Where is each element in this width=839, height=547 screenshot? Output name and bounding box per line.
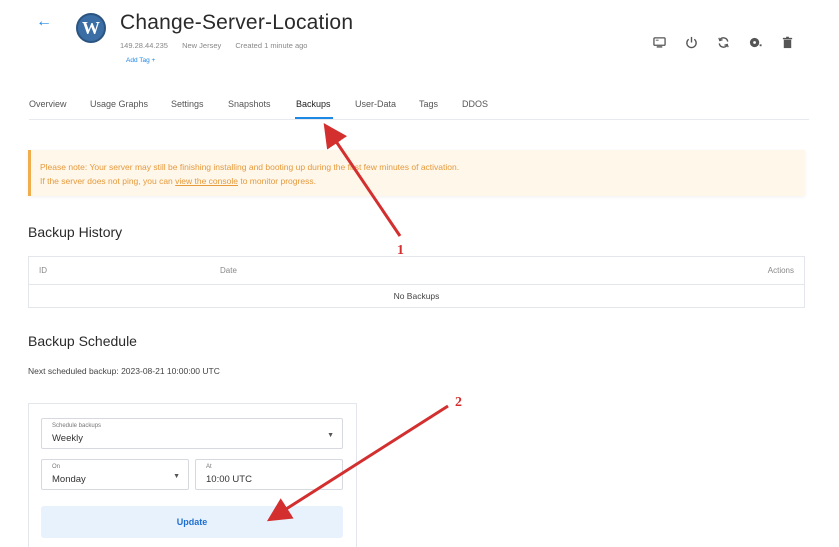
tab-user-data[interactable]: User-Data [355,99,396,109]
server-location: New Jersey [182,41,222,50]
column-id: ID [39,266,47,275]
restart-icon[interactable] [716,35,730,49]
active-tab-indicator [295,117,333,119]
trash-icon[interactable] [780,35,794,49]
empty-state: No Backups [393,291,440,301]
schedule-time-label: At [206,464,212,470]
column-date: Date [220,266,237,275]
page-title: Change-Server-Location [120,11,354,34]
table-header: ID Date Actions [29,257,804,285]
tab-tags[interactable]: Tags [419,99,438,109]
tab-settings[interactable]: Settings [171,99,204,109]
view-console-link[interactable]: view the console [175,176,238,186]
wordpress-logo-icon: W [76,13,106,43]
chevron-down-icon: ▼ [173,473,180,480]
annotation-number-1: 1 [397,243,404,258]
tab-bar: Overview Usage Graphs Settings Snapshots… [29,96,809,120]
tab-usage-graphs[interactable]: Usage Graphs [90,99,148,109]
iso-disc-icon[interactable] [748,35,762,49]
server-meta: 149.28.44.235 New Jersey Created 1 minut… [120,41,319,50]
activation-notice: Please note: Your server may still be fi… [28,150,805,196]
schedule-frequency-label: Schedule backups [52,423,102,429]
console-icon[interactable] [652,35,666,49]
add-tag-link[interactable]: Add Tag + [126,57,155,64]
power-icon[interactable] [684,35,698,49]
server-created: Created 1 minute ago [235,41,308,50]
notice-text: If the server does not ping, you can [40,176,176,186]
server-ip: 149.28.44.235 [120,41,168,50]
chevron-down-icon: ▼ [327,432,334,439]
schedule-frequency-select[interactable]: Schedule backups Weekly ▼ [41,418,343,449]
schedule-frequency-value: Weekly [52,433,83,444]
annotation-number-2: 2 [455,395,462,410]
back-arrow-icon[interactable]: ← [36,14,52,30]
column-actions: Actions [767,266,794,275]
server-toolbar [652,35,794,49]
schedule-time-select[interactable]: At 10:00 UTC [195,459,343,490]
schedule-day-label: On [52,464,61,470]
notice-text: to monitor progress. [237,176,316,186]
backup-schedule-heading: Backup Schedule [28,333,137,349]
tab-snapshots[interactable]: Snapshots [228,99,271,109]
schedule-day-select[interactable]: On Monday ▼ [41,459,189,490]
tab-ddos[interactable]: DDOS [462,99,488,109]
schedule-time-value: 10:00 UTC [206,474,252,485]
backup-history-heading: Backup History [28,224,123,240]
tab-backups[interactable]: Backups [296,99,331,109]
next-backup-text: Next scheduled backup: 2023-08-21 10:00:… [28,366,220,376]
update-button[interactable]: Update [41,506,343,538]
schedule-day-value: Monday [52,474,86,485]
notice-line-2: If the server does not ping, you can vie… [40,174,795,188]
tab-overview[interactable]: Overview [29,99,67,109]
notice-line-1: Please note: Your server may still be fi… [40,162,460,172]
backup-history-table: ID Date Actions No Backups [28,256,805,308]
